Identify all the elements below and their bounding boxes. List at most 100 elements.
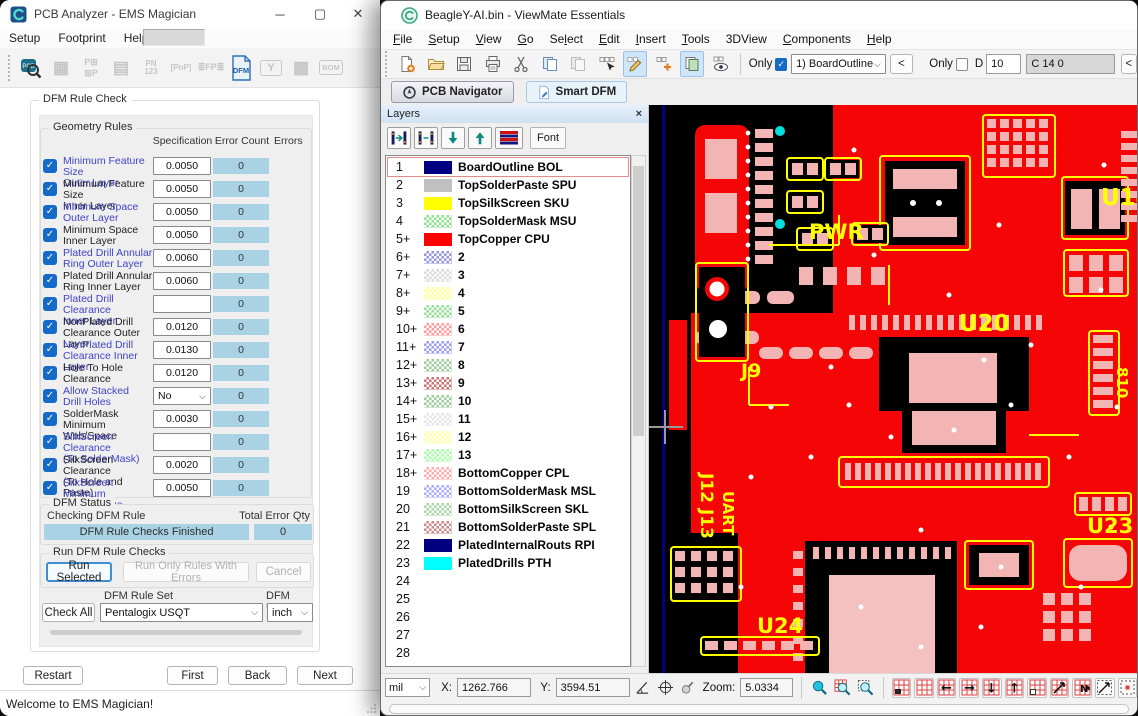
layer-row-18[interactable]: 18+BottomCopper CPL [388,464,628,482]
scrollbar-thumb[interactable] [633,166,644,436]
pcb-analyzer-icon[interactable]: PCB [17,53,45,83]
duplicate-layer-icon[interactable] [680,51,705,77]
layer-color-swatch[interactable] [424,215,452,228]
dfm-units-dropdown[interactable]: inch⌵ [267,603,313,622]
font-button[interactable]: Font [530,127,566,149]
layer-row-6[interactable]: 6+2 [388,248,628,266]
layer-row-29[interactable]: 29 [388,662,628,667]
rule-spec-input[interactable]: 0.0050 [153,479,211,497]
dcode-prev-button[interactable]: < [1121,54,1137,74]
layer-row-13[interactable]: 13+9 [388,374,628,392]
layer-row-9[interactable]: 9+5 [388,302,628,320]
move-view-icon[interactable] [1050,678,1070,698]
open-file-icon[interactable] [423,51,448,77]
y-tool-icon[interactable]: Y [257,53,285,83]
layer-color-swatch[interactable] [424,269,452,282]
rule-spec-input[interactable]: 0.0060 [153,249,211,267]
view-items-icon[interactable] [708,51,733,77]
layer-row-22[interactable]: 22PlatedInternalRouts RPI [388,536,628,554]
layer-row-12[interactable]: 12+8 [388,356,628,374]
rule-spec-input[interactable]: 0.0050 [153,180,211,198]
rule-spec-input[interactable]: 0.0050 [153,203,211,221]
dfm-icon[interactable]: DFM [227,53,255,83]
rule-spec-input[interactable] [153,433,211,451]
layer-row-20[interactable]: 20BottomSilkScreen SKL [388,500,628,518]
layer-prev-button[interactable]: < [890,54,914,74]
rule-checkbox[interactable]: ✓ [43,412,57,426]
layer-row-25[interactable]: 25 [388,590,628,608]
layer-row-3[interactable]: 3TopSilkScreen SKU [388,194,628,212]
rule-checkbox[interactable]: ✓ [43,205,57,219]
layer-row-4[interactable]: 4TopSolderMask MSU [388,212,628,230]
layer-color-swatch[interactable] [424,377,452,390]
pick-place-icon[interactable]: P⊞⊞P [77,53,105,83]
rule-checkbox[interactable]: ✓ [43,435,57,449]
paste-icon[interactable] [566,51,591,77]
copy-icon[interactable] [537,51,562,77]
restart-button[interactable]: Restart [23,666,83,685]
tab-smart-dfm[interactable]: Smart DFM [526,81,628,103]
zoom-tool-icon[interactable] [810,678,830,698]
close-button[interactable]: ✕ [342,0,374,28]
footprint-icon[interactable]: ≣FP≣ [197,53,225,83]
rule-spec-dropdown[interactable]: No⌵ [153,387,211,405]
distribute-layers-icon[interactable] [414,127,438,149]
rule-spec-input[interactable]: 0.0120 [153,364,211,382]
pan-right-icon[interactable]: → [959,678,979,698]
rule-spec-input[interactable]: 0.0020 [153,456,211,474]
layer-row-17[interactable]: 17+13 [388,446,628,464]
rule-spec-input[interactable]: 0.0050 [153,157,211,175]
layer-stack-icon[interactable] [495,127,523,149]
run-only-rules-with-errors-button[interactable]: Run Only Rules With Errors [123,562,249,582]
snap-target-icon[interactable] [656,678,676,698]
only-dcode-checkbox[interactable] [956,58,968,71]
layer-color-swatch[interactable] [424,449,452,462]
layer-color-swatch[interactable] [424,179,452,192]
check-all-button[interactable]: Check All [42,603,95,622]
move-layer-up-icon[interactable] [468,127,492,149]
menu-3dview[interactable]: 3DView [718,30,775,48]
menu-setup[interactable]: Setup [420,30,467,48]
back-button[interactable]: Back [228,666,287,685]
layer-row-19[interactable]: 19BottomSolderMask MSL [388,482,628,500]
layer-row-23[interactable]: 23PlatedDrills PTH [388,554,628,572]
corner-view-icon[interactable] [1027,678,1047,698]
layer-row-2[interactable]: 2TopSolderPaste SPU [388,176,628,194]
layer-color-swatch[interactable] [424,395,452,408]
layer-row-26[interactable]: 26 [388,608,628,626]
layer-color-swatch[interactable] [424,539,452,552]
layer-row-16[interactable]: 16+12 [388,428,628,446]
pnp-icon[interactable]: [PnP] [167,53,195,83]
layer-row-15[interactable]: 15+11 [388,410,628,428]
layer-color-swatch[interactable] [424,197,452,210]
layer-color-swatch[interactable] [424,251,452,264]
cut-icon[interactable] [509,51,534,77]
menu-insert[interactable]: Insert [628,30,674,48]
layer-row-7[interactable]: 7+3 [388,266,628,284]
layer-row-8[interactable]: 8+4 [388,284,628,302]
save-file-icon[interactable] [452,51,477,77]
layer-row-24[interactable]: 24 [388,572,628,590]
menu-file[interactable]: File [385,30,420,48]
part-numbers-icon[interactable]: PN123 [137,53,165,83]
layers-scrollbar[interactable] [631,155,646,667]
horizontal-scrollbar[interactable] [50,630,302,635]
layer-color-swatch[interactable] [424,323,452,336]
dfm-rule-set-dropdown[interactable]: Pentalogix USQT⌵ [100,603,263,622]
align-layers-icon[interactable] [387,127,411,149]
highlight-icon[interactable] [678,678,698,698]
pan-left-icon[interactable]: ← [937,678,957,698]
layer-row-11[interactable]: 11+7 [388,338,628,356]
select-items-icon[interactable] [594,51,619,77]
menu-footprint[interactable]: Footprint [49,29,114,47]
rule-checkbox[interactable]: ✓ [43,343,57,357]
layer-color-swatch[interactable] [424,161,452,174]
next-button[interactable]: Next [297,666,353,685]
rule-checkbox[interactable]: ✓ [43,297,57,311]
menu-select[interactable]: Select [542,30,591,48]
only-layer-checkbox[interactable]: ✓ [775,58,787,71]
draw-items-icon[interactable] [623,51,648,77]
add-items-icon[interactable] [651,51,676,77]
dcode-input[interactable]: 10 [986,54,1021,74]
rule-checkbox[interactable]: ✓ [43,389,57,403]
